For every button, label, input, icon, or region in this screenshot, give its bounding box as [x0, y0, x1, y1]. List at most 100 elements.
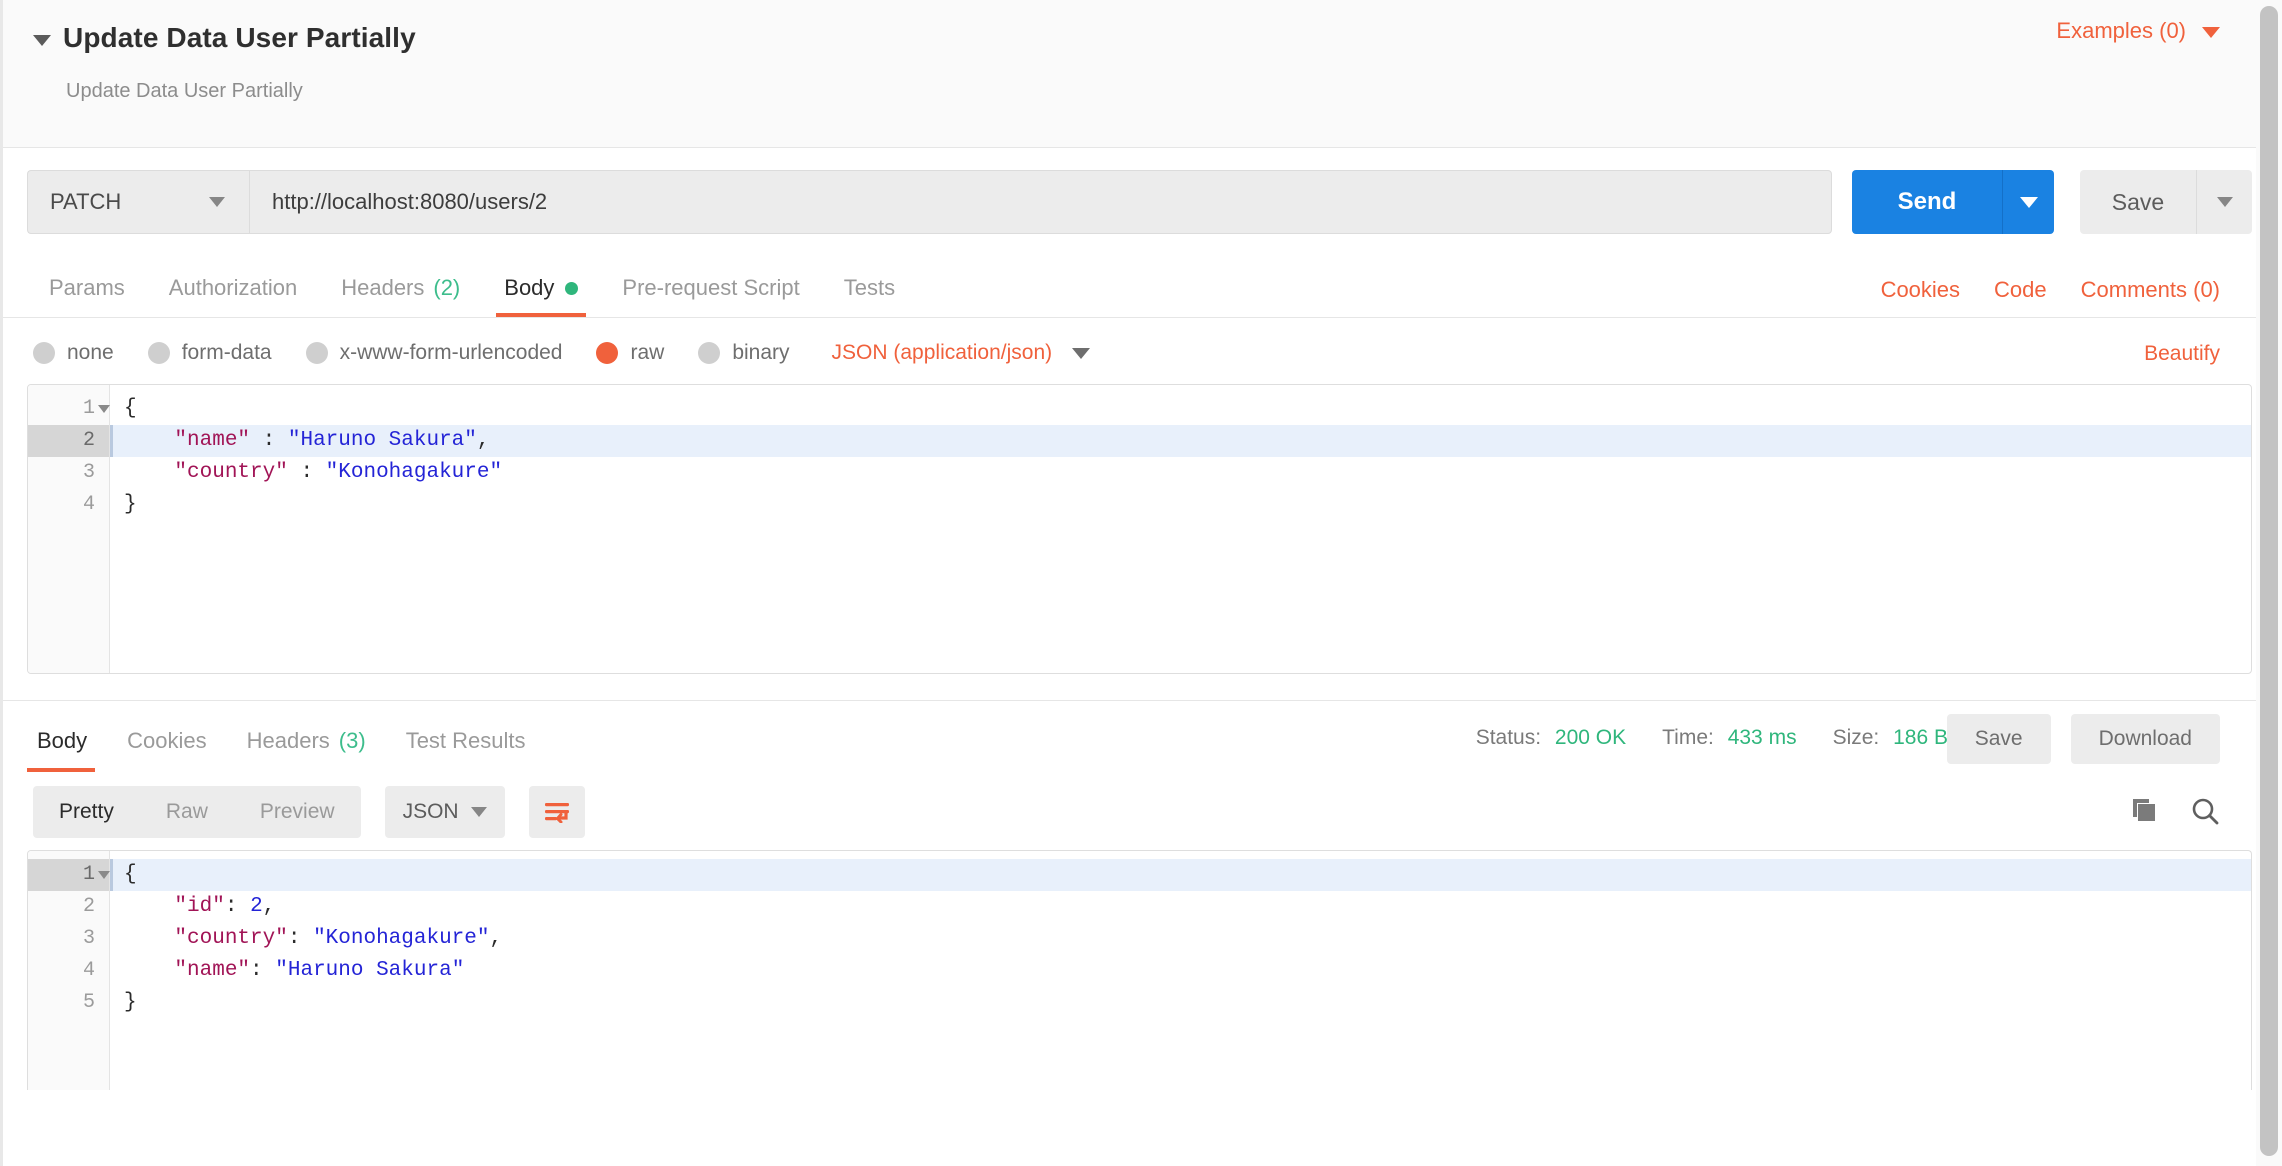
save-request-button[interactable]: Save [2080, 170, 2196, 234]
line-number-value: 2 [83, 895, 95, 918]
code-token-pun: : [225, 895, 250, 918]
status-value: 200 OK [1555, 726, 1626, 749]
chevron-down-icon [209, 197, 225, 207]
send-button[interactable]: Send [1852, 170, 2002, 234]
tab-label: Params [49, 275, 125, 301]
line-number: 3 [28, 923, 109, 955]
line-number-value: 5 [83, 991, 95, 1014]
response-tab-test-results[interactable]: Test Results [386, 728, 546, 772]
body-type-raw[interactable]: raw [596, 341, 664, 365]
code-token-pun: , [490, 927, 503, 950]
examples-label: Examples (0) [2056, 18, 2186, 44]
size-label: Size: [1833, 726, 1880, 749]
radio-icon [306, 342, 328, 364]
tab-tests[interactable]: Tests [822, 275, 917, 317]
code-token-pun: : [288, 927, 313, 950]
code-token-pun: : [288, 461, 326, 484]
line-number: 1 [28, 393, 109, 425]
view-mode-group: PrettyRawPreview [33, 786, 361, 838]
code-token-str: "Konohagakure" [326, 461, 502, 484]
response-tab-label: Headers [247, 728, 330, 754]
size-info: Size: 186 B [1833, 726, 1948, 750]
tab-label: Tests [844, 275, 895, 301]
url-input[interactable] [249, 170, 1832, 234]
code-line: { [110, 393, 2251, 425]
content-type-select[interactable]: JSON (application/json) [832, 341, 1091, 365]
tab-body[interactable]: Body [482, 275, 600, 317]
tab-params[interactable]: Params [27, 275, 147, 317]
time-value: 433 ms [1728, 726, 1797, 749]
response-actions: Save Download [1947, 714, 2220, 764]
beautify-button[interactable]: Beautify [2144, 342, 2220, 366]
word-wrap-button[interactable] [529, 786, 585, 838]
code-token-pun: , [477, 429, 490, 452]
line-number-value: 4 [83, 959, 95, 982]
line-number-value: 3 [83, 927, 95, 950]
body-type-form-data[interactable]: form-data [148, 341, 272, 365]
view-mode-raw[interactable]: Raw [140, 786, 234, 838]
download-response-button[interactable]: Download [2071, 714, 2220, 764]
radio-icon [148, 342, 170, 364]
request-body-editor[interactable]: 1234 { "name" : "Haruno Sakura", "countr… [27, 384, 2252, 674]
tab-label: Headers [341, 275, 424, 301]
code-line: { [110, 859, 2251, 891]
code-line: } [110, 987, 2251, 1019]
view-mode-pretty[interactable]: Pretty [33, 786, 140, 838]
fold-caret-icon[interactable] [98, 871, 110, 879]
word-wrap-icon [544, 801, 570, 823]
chevron-down-icon [471, 807, 487, 817]
line-number: 4 [28, 955, 109, 987]
response-tab-headers[interactable]: Headers (3) [227, 728, 386, 772]
response-tab-count-badge: (3) [339, 728, 366, 754]
fold-caret-icon[interactable] [98, 405, 110, 413]
response-gutter: 1 2 3 4 5 [28, 851, 110, 1090]
body-type-label: raw [630, 341, 664, 365]
search-button[interactable] [2190, 796, 2220, 826]
code-token-key: "name" [174, 959, 250, 982]
line-number-value: 1 [83, 397, 95, 420]
collapse-caret-icon[interactable] [33, 35, 51, 46]
send-options-button[interactable] [2002, 170, 2054, 234]
radio-icon [33, 342, 55, 364]
body-type-label: x-www-form-urlencoded [340, 341, 563, 365]
link-cookies[interactable]: Cookies [1881, 277, 1960, 303]
examples-dropdown[interactable]: Examples (0) [2056, 18, 2220, 44]
line-number-value: 3 [83, 461, 95, 484]
code-token-str: "Konohagakure" [313, 927, 489, 950]
line-number: 4 [28, 489, 109, 521]
radio-icon [596, 342, 618, 364]
view-mode-preview[interactable]: Preview [234, 786, 361, 838]
response-format-select[interactable]: JSON [385, 786, 505, 838]
body-type-binary[interactable]: binary [698, 341, 789, 365]
tab-authorization[interactable]: Authorization [147, 275, 319, 317]
chevron-down-icon [1072, 348, 1090, 359]
body-type-none[interactable]: none [33, 341, 114, 365]
code-token-pun [124, 429, 174, 452]
code-token-pun [124, 927, 174, 950]
line-number: 5 [28, 987, 109, 1019]
code-token-pun [124, 959, 174, 982]
response-code-area[interactable]: { "id": 2, "country": "Konohagakure", "n… [110, 851, 2251, 1090]
code-token-key: "country" [174, 927, 287, 950]
line-number-value: 1 [83, 863, 95, 886]
response-body-editor[interactable]: 1 2 3 4 5 { "id": 2, "country": "Konohagakur… [27, 850, 2252, 1090]
tab-pre-request-script[interactable]: Pre-request Script [600, 275, 821, 317]
code-token-pun [124, 895, 174, 918]
method-select[interactable]: PATCH [27, 170, 249, 234]
request-code-area[interactable]: { "name" : "Haruno Sakura", "country" : … [110, 385, 2251, 673]
response-tab-body[interactable]: Body [27, 728, 107, 772]
size-value: 186 B [1893, 726, 1948, 749]
copy-button[interactable] [2130, 797, 2160, 825]
code-token-pun: } [124, 493, 137, 516]
tab-headers[interactable]: Headers(2) [319, 275, 482, 317]
link-comments-0[interactable]: Comments (0) [2081, 277, 2220, 303]
response-tab-cookies[interactable]: Cookies [107, 728, 226, 772]
code-token-pun: , [263, 895, 276, 918]
save-options-button[interactable] [2196, 170, 2252, 234]
scrollbar-thumb[interactable] [2260, 6, 2278, 1156]
body-type-x-www-form-urlencoded[interactable]: x-www-form-urlencoded [306, 341, 563, 365]
code-token-pun: { [124, 397, 137, 420]
code-token-pun: : [250, 429, 288, 452]
save-response-button[interactable]: Save [1947, 714, 2051, 764]
link-code[interactable]: Code [1994, 277, 2047, 303]
